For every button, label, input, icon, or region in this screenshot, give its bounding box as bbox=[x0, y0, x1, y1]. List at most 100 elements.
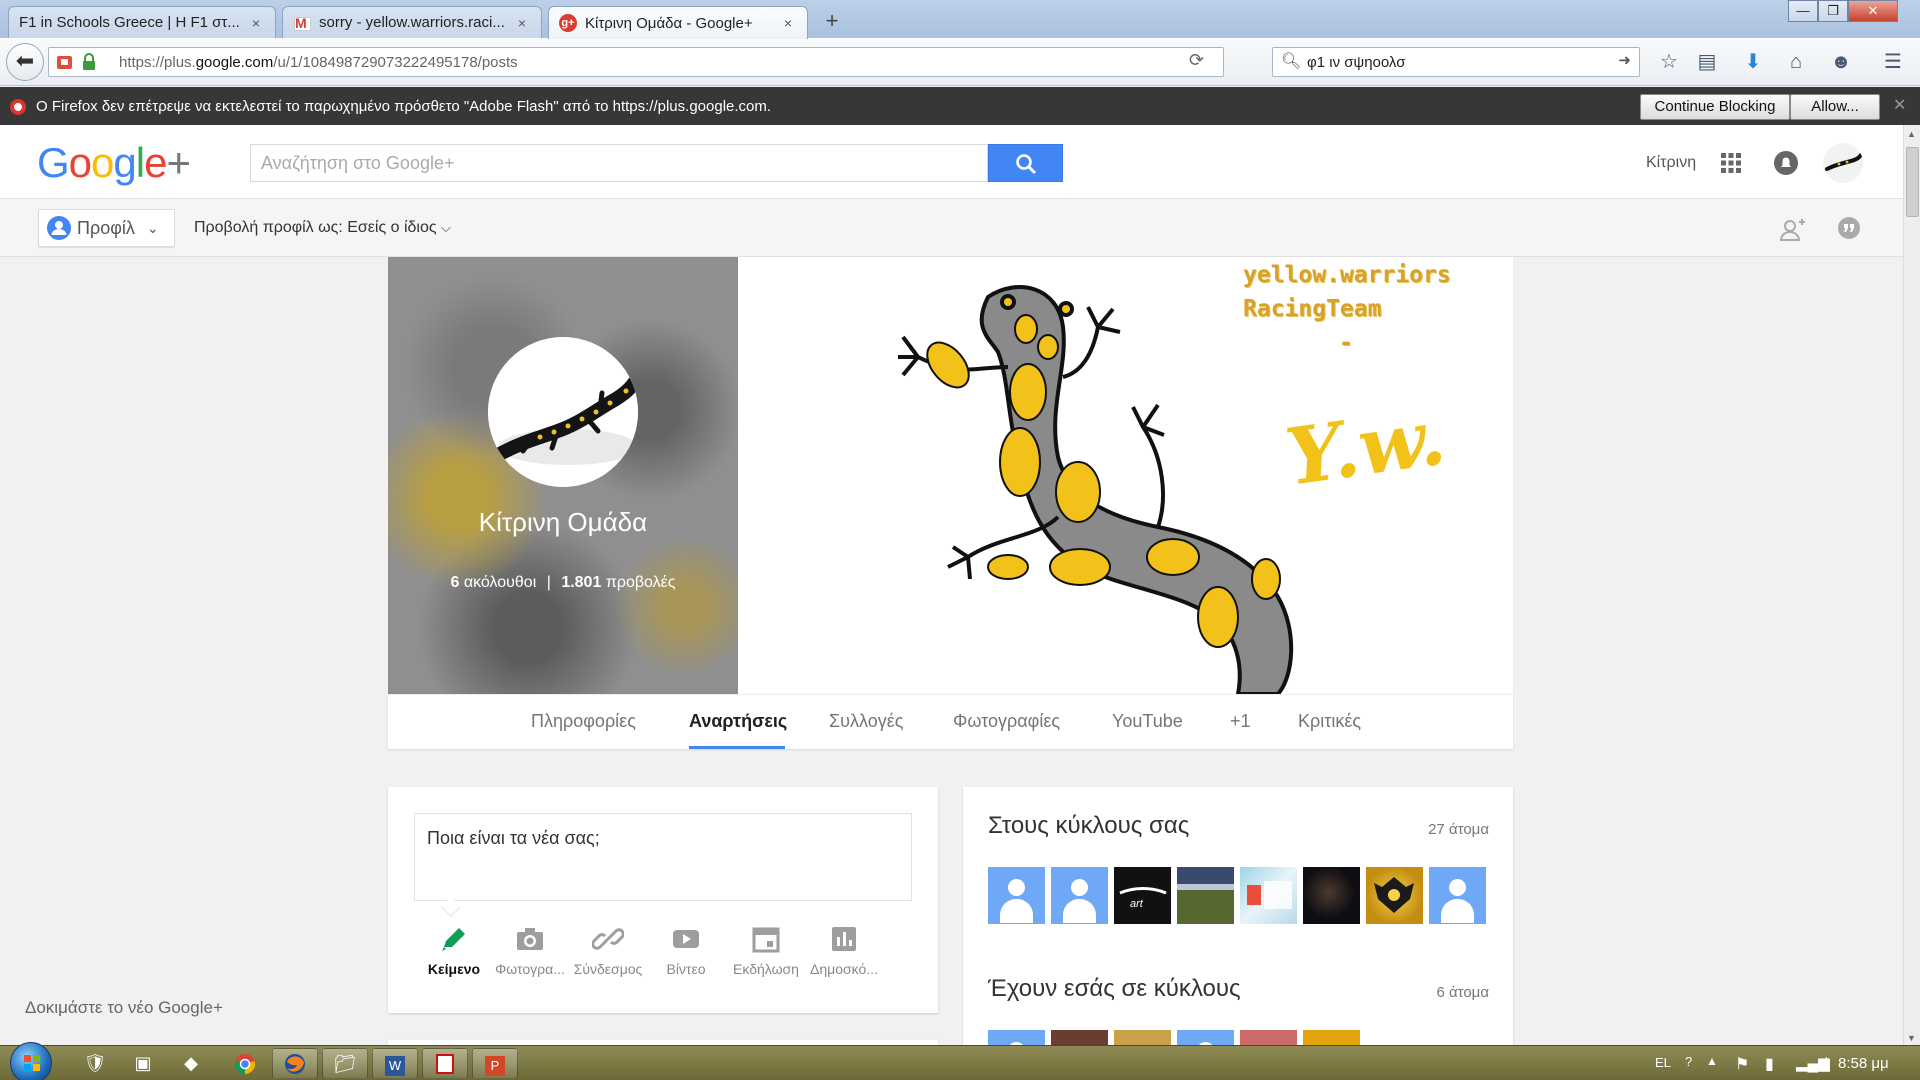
tab-youtube[interactable]: YouTube bbox=[1112, 711, 1183, 732]
notifications-bell-icon[interactable] bbox=[1773, 150, 1799, 176]
notification-close-icon[interactable]: ✕ bbox=[1893, 95, 1906, 115]
back-arrow-icon: ⬅ bbox=[15, 48, 35, 73]
gplus-logo[interactable]: Google+ bbox=[37, 139, 191, 187]
start-button[interactable] bbox=[10, 1042, 52, 1080]
cover-caption-line3: - bbox=[1339, 330, 1353, 356]
have-you-in-circles-title[interactable]: Έχουν εσάς σε κύκλους bbox=[988, 975, 1241, 1003]
minimize-button[interactable]: — bbox=[1788, 0, 1818, 22]
reload-icon[interactable]: ⟳ bbox=[1189, 50, 1204, 71]
volume-icon[interactable]: ◂) bbox=[1818, 1054, 1830, 1071]
continue-blocking-button[interactable]: Continue Blocking bbox=[1640, 94, 1790, 120]
tab-close-icon[interactable]: × bbox=[513, 15, 531, 31]
tab-posts[interactable]: Αναρτήσεις bbox=[689, 711, 787, 732]
share-poll-button[interactable]: Δημοσκό... bbox=[804, 923, 884, 977]
in-your-circles-title[interactable]: Στους κύκλους σας bbox=[988, 812, 1189, 840]
tab-gmail[interactable]: sorry - yellow.warriors.raci... × bbox=[282, 6, 542, 38]
tab-photos[interactable]: Φωτογραφίες bbox=[953, 711, 1060, 732]
circle-member-avatar[interactable] bbox=[1429, 867, 1486, 924]
share-text-button[interactable]: Κείμενο bbox=[414, 923, 494, 977]
circle-member-avatar[interactable] bbox=[1303, 867, 1360, 924]
share-input[interactable]: Ποια είναι τα νέα σας; bbox=[414, 813, 912, 901]
input-language[interactable]: EL bbox=[1655, 1055, 1671, 1070]
in-your-circles-count[interactable]: 27 άτομα bbox=[1428, 821, 1489, 838]
tab-close-icon[interactable]: × bbox=[247, 15, 265, 31]
shield-app-icon[interactable]: 🛡 bbox=[72, 1048, 118, 1079]
web-search-bar[interactable]: 🔍︎ φ1 ιν σψηοολσ ➜ bbox=[1272, 47, 1640, 77]
tab-google-plus[interactable]: g+ Κίτρινη Ομάδα - Google+ × bbox=[548, 6, 808, 39]
circle-member-avatar[interactable] bbox=[1051, 867, 1108, 924]
chat-icon[interactable]: ☻ bbox=[1828, 50, 1854, 74]
tab-plus-ones[interactable]: +1 bbox=[1230, 711, 1251, 732]
share-link-button[interactable]: Σύνδεσμος bbox=[568, 923, 648, 977]
add-to-circles-icon[interactable] bbox=[1778, 216, 1806, 242]
tab-title: sorry - yellow.warriors.raci... bbox=[319, 14, 505, 31]
media-app-icon[interactable]: ▣ bbox=[120, 1048, 166, 1079]
word-taskbar-button[interactable]: W bbox=[372, 1048, 418, 1079]
account-name[interactable]: Κίτρινη bbox=[1646, 154, 1696, 172]
cover-photo[interactable]: yellow.warriors RacingTeam - Y.w. bbox=[738, 257, 1513, 694]
help-icon[interactable]: ? bbox=[1685, 1054, 1692, 1069]
new-tab-button[interactable]: + bbox=[818, 8, 846, 36]
gplus-search-input[interactable]: Αναζήτηση στο Google+ bbox=[250, 144, 988, 182]
followers-count[interactable]: 6 bbox=[450, 574, 459, 591]
maximize-button[interactable]: ❐ bbox=[1818, 0, 1848, 22]
presentation-taskbar-button[interactable]: P bbox=[472, 1048, 518, 1079]
presentation-icon: P bbox=[485, 1056, 505, 1076]
account-avatar[interactable] bbox=[1823, 143, 1863, 183]
try-new-google-plus-link[interactable]: Δοκιμάστε το νέο Google+ bbox=[25, 998, 223, 1018]
page-scrollbar[interactable]: ▲ ▼ bbox=[1903, 125, 1920, 1045]
scroll-down-icon[interactable]: ▼ bbox=[1907, 1033, 1916, 1043]
url-text[interactable]: https://plus.google.com/u/1/108498729073… bbox=[119, 54, 518, 71]
gplus-search-button[interactable] bbox=[988, 144, 1063, 182]
windows-taskbar: 🛡 ▣ ◆ 📁︎ W P EL ? ▲ ⚑ ▮ ▂▄▆ ◂) 8:58 μμ bbox=[0, 1042, 1920, 1080]
tab-about[interactable]: Πληροφορίες bbox=[531, 711, 636, 732]
pdf-taskbar-button[interactable] bbox=[422, 1048, 468, 1079]
tab-reviews[interactable]: Κριτικές bbox=[1298, 711, 1361, 732]
tab-collections[interactable]: Συλλογές bbox=[829, 711, 903, 732]
tray-expand-icon[interactable]: ▲ bbox=[1706, 1054, 1718, 1068]
firefox-taskbar-button[interactable] bbox=[272, 1048, 318, 1079]
share-poll-label: Δημοσκό... bbox=[810, 961, 878, 977]
menu-icon[interactable]: ☰ bbox=[1880, 50, 1906, 74]
site-identity-icon[interactable] bbox=[55, 53, 75, 71]
system-clock[interactable]: 8:58 μμ bbox=[1838, 1055, 1889, 1072]
url-path: /u/1/108498729073222495178/posts bbox=[273, 53, 518, 71]
circle-member-avatar[interactable] bbox=[1240, 867, 1297, 924]
hangouts-icon[interactable] bbox=[1836, 216, 1862, 242]
share-video-button[interactable]: Βίντεο bbox=[646, 923, 726, 977]
download-icon[interactable]: ⬇ bbox=[1740, 50, 1766, 74]
window-close-button[interactable]: ✕ bbox=[1848, 0, 1898, 22]
scroll-up-icon[interactable]: ▲ bbox=[1907, 129, 1916, 139]
profile-dropdown[interactable]: Προφίλ ⌄ bbox=[38, 209, 175, 247]
circle-member-avatar[interactable] bbox=[1177, 867, 1234, 924]
url-bar[interactable]: https://plus.google.com/u/1/108498729073… bbox=[48, 47, 1224, 77]
followers-label[interactable]: ακόλουθοι bbox=[464, 574, 536, 591]
tab-close-icon[interactable]: × bbox=[779, 15, 797, 31]
share-event-button[interactable]: Εκδήλωση bbox=[726, 923, 806, 977]
poll-chart-icon bbox=[832, 927, 856, 951]
circle-member-avatar[interactable] bbox=[988, 867, 1045, 924]
google-plus-icon: g+ bbox=[559, 14, 577, 32]
apps-grid-icon[interactable] bbox=[1720, 152, 1742, 174]
go-arrow-icon[interactable]: ➜ bbox=[1618, 51, 1631, 69]
bookmark-star-icon[interactable]: ☆ bbox=[1656, 50, 1682, 74]
view-profile-as[interactable]: Προβολή προφίλ ως: Εσείς ο ίδιος ⌵ bbox=[194, 219, 451, 237]
tab-f1-in-schools[interactable]: F1 in Schools Greece | Η F1 στ... × bbox=[8, 6, 276, 38]
profile-avatar[interactable] bbox=[488, 337, 638, 487]
back-button[interactable]: ⬅ bbox=[6, 43, 44, 81]
have-you-in-circles-count[interactable]: 6 άτομα bbox=[1436, 984, 1489, 1001]
action-center-flag-icon[interactable]: ⚑ bbox=[1735, 1054, 1749, 1074]
circle-member-avatar[interactable]: art bbox=[1114, 867, 1171, 924]
search-icon: 🔍︎ bbox=[1281, 53, 1302, 70]
scrollbar-thumb[interactable] bbox=[1906, 147, 1919, 217]
game-app-icon[interactable]: ◆ bbox=[168, 1048, 214, 1079]
search-icon bbox=[1015, 154, 1036, 175]
home-icon[interactable]: ⌂ bbox=[1783, 50, 1809, 74]
battery-icon[interactable]: ▮ bbox=[1765, 1054, 1774, 1074]
share-photo-button[interactable]: Φωτογρα... bbox=[490, 923, 570, 977]
chrome-icon[interactable] bbox=[222, 1048, 268, 1079]
circle-member-avatar[interactable] bbox=[1366, 867, 1423, 924]
reading-list-icon[interactable]: ▤ bbox=[1694, 50, 1720, 74]
allow-button[interactable]: Allow... bbox=[1790, 94, 1880, 120]
file-explorer-taskbar-button[interactable]: 📁︎ bbox=[322, 1048, 368, 1079]
